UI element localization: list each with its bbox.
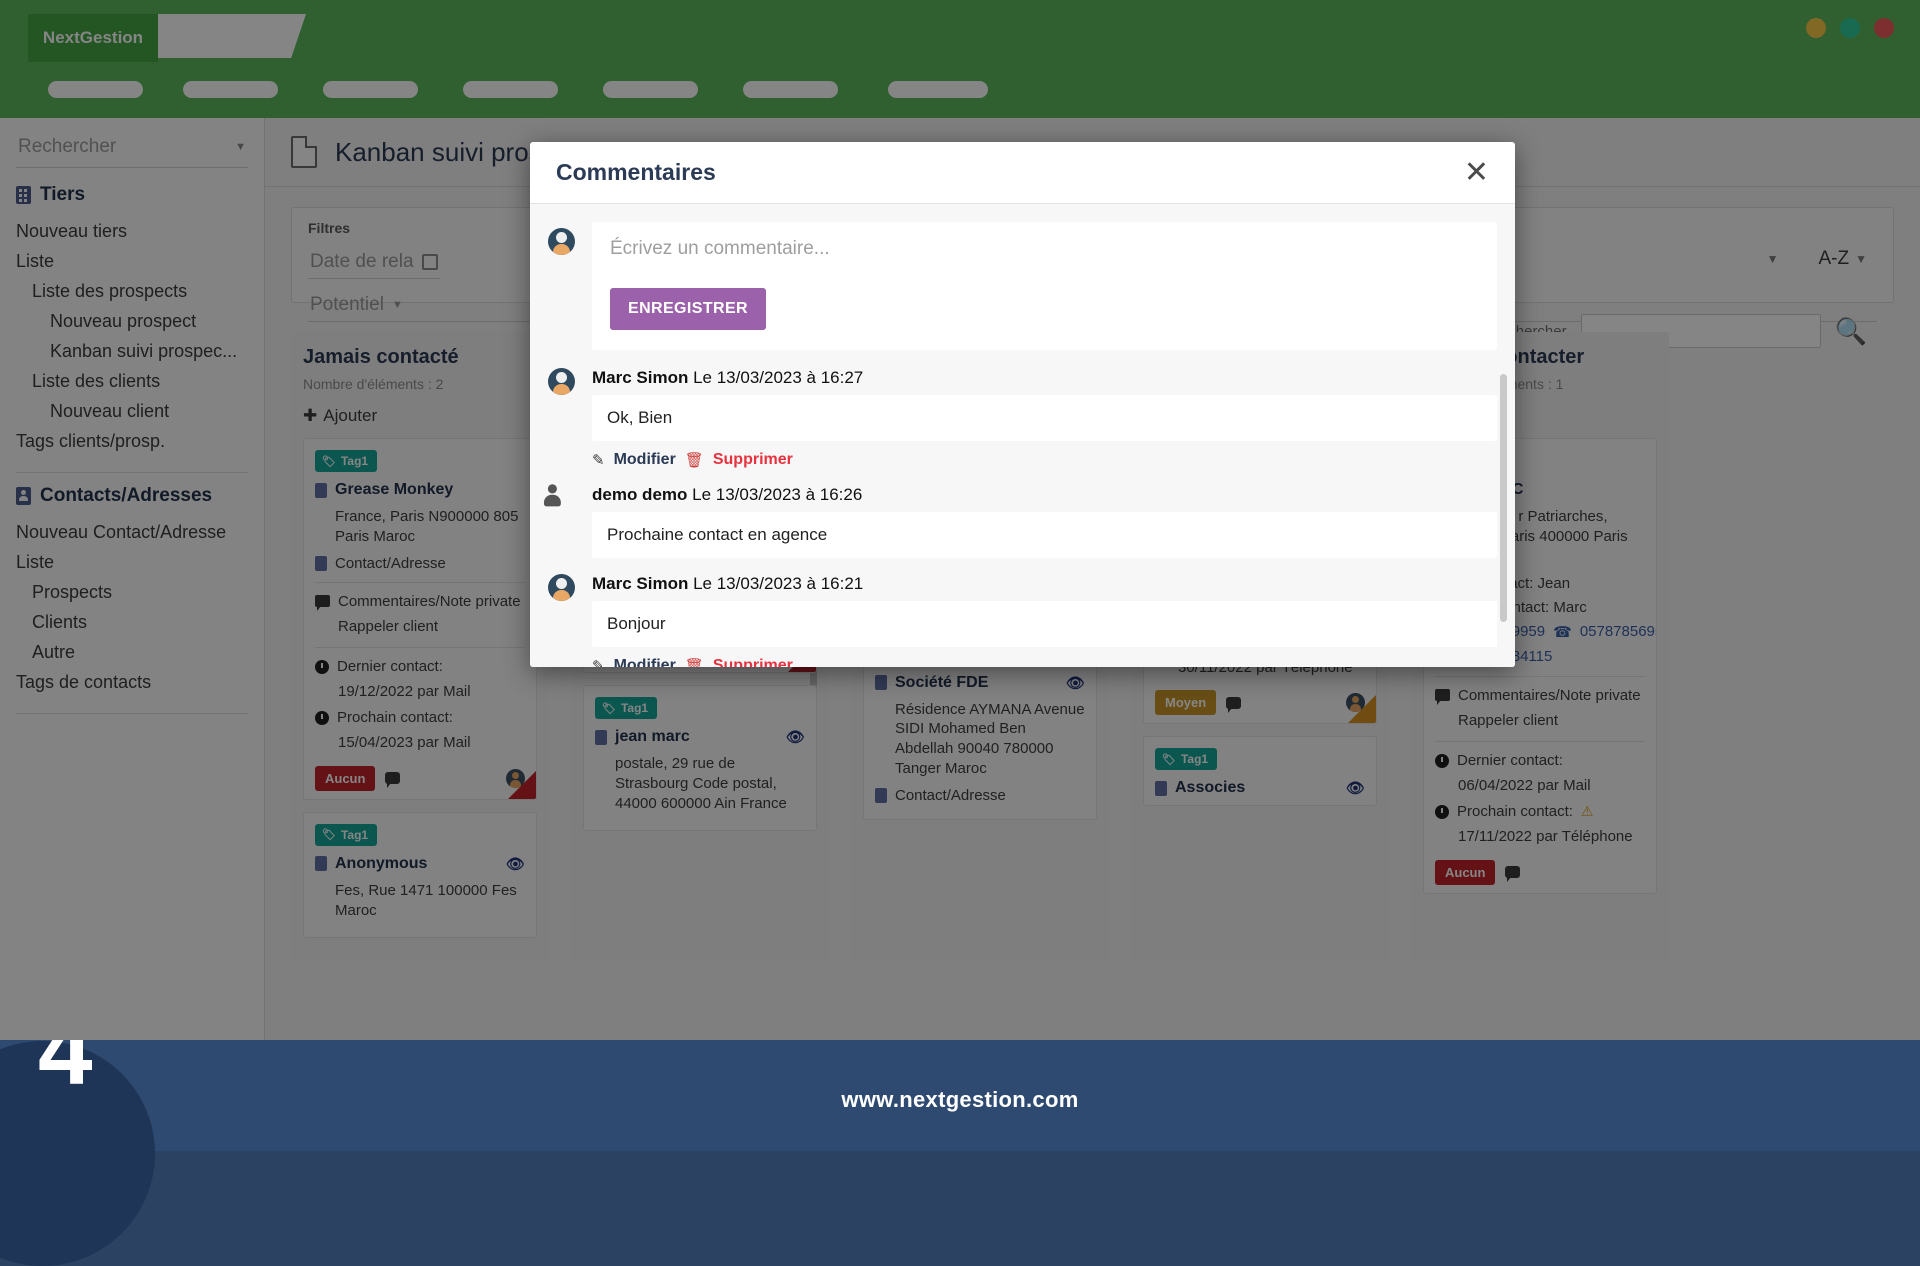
delete-comment-link[interactable]: Supprimer: [713, 657, 793, 667]
avatar: [548, 368, 575, 395]
comment-timestamp: Le 13/03/2023 à 16:27: [693, 368, 864, 387]
comment-timestamp: Le 13/03/2023 à 16:21: [693, 574, 864, 593]
modal-header: Commentaires ✕: [530, 142, 1515, 204]
modal-title: Commentaires: [556, 159, 716, 185]
comment-author: demo demo: [592, 485, 688, 504]
comment-text: Bonjour: [592, 601, 1497, 647]
comment-text: Ok, Bien: [592, 395, 1497, 441]
comment-editor: Écrivez un commentaire... ENREGISTRER: [548, 222, 1497, 350]
close-icon[interactable]: ✕: [1464, 157, 1489, 188]
edit-comment-link[interactable]: Modifier: [614, 657, 676, 667]
comment-author: Marc Simon: [592, 574, 689, 593]
modal-scrollbar[interactable]: [1500, 374, 1507, 622]
comment-text: Prochaine contact en agence: [592, 512, 1497, 558]
avatar: [548, 574, 575, 601]
pencil-icon[interactable]: ✎: [592, 657, 605, 667]
trash-icon[interactable]: 🗑: [685, 451, 704, 469]
comment-actions: ✎ Modifier 🗑 Supprimer: [592, 657, 1497, 667]
comment-header: demo demo Le 13/03/2023 à 16:26: [592, 485, 1497, 505]
comment-input-placeholder: Écrivez un commentaire...: [610, 238, 830, 259]
edit-comment-link[interactable]: Modifier: [614, 451, 676, 469]
person-icon: [543, 484, 579, 507]
save-button[interactable]: ENREGISTRER: [610, 288, 766, 330]
comment-item: demo demo Le 13/03/2023 à 16:26 Prochain…: [543, 484, 1497, 558]
app-window: NextGestion Rechercher ▼ Tiers Nouveau t…: [0, 0, 1920, 1040]
avatar: [548, 228, 575, 255]
comment-item: Marc Simon Le 13/03/2023 à 16:27 Ok, Bie…: [548, 368, 1497, 469]
comment-item: Marc Simon Le 13/03/2023 à 16:21 Bonjour…: [548, 574, 1497, 667]
comment-actions: ✎ Modifier 🗑 Supprimer: [592, 451, 1497, 469]
comment-content: Marc Simon Le 13/03/2023 à 16:21 Bonjour…: [592, 574, 1497, 667]
comment-header: Marc Simon Le 13/03/2023 à 16:21: [592, 574, 1497, 594]
modal-body: Écrivez un commentaire... ENREGISTRER Ma…: [530, 204, 1515, 667]
comment-timestamp: Le 13/03/2023 à 16:26: [692, 485, 863, 504]
comment-header: Marc Simon Le 13/03/2023 à 16:27: [592, 368, 1497, 388]
comment-content: demo demo Le 13/03/2023 à 16:26 Prochain…: [592, 485, 1497, 558]
comment-input-box[interactable]: Écrivez un commentaire... ENREGISTRER: [592, 222, 1497, 350]
pencil-icon[interactable]: ✎: [592, 451, 605, 469]
trash-icon[interactable]: 🗑: [685, 657, 704, 667]
comment-content: Marc Simon Le 13/03/2023 à 16:27 Ok, Bie…: [592, 368, 1497, 469]
delete-comment-link[interactable]: Supprimer: [713, 451, 793, 469]
comment-author: Marc Simon: [592, 368, 689, 387]
comments-list: Marc Simon Le 13/03/2023 à 16:27 Ok, Bie…: [543, 368, 1497, 667]
footer-url: www.nextgestion.com: [841, 1087, 1079, 1112]
comments-modal: Commentaires ✕ Écrivez un commentaire...…: [530, 142, 1515, 667]
